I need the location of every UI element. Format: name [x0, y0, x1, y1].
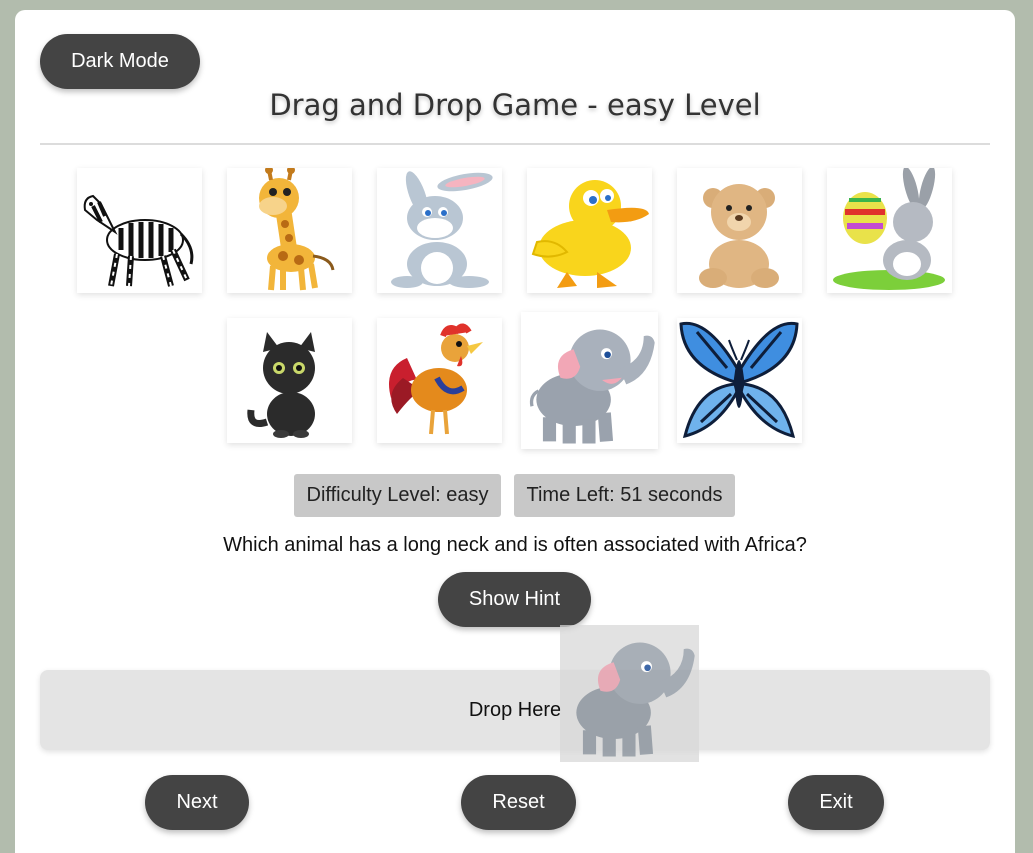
- question-text: Which animal has a long neck and is ofte…: [223, 534, 807, 556]
- rooster-icon: [389, 323, 483, 435]
- animal-tile-easter-bunny[interactable]: [827, 168, 952, 293]
- dark-mode-button[interactable]: Dark Mode: [40, 34, 200, 89]
- zebra-icon: [83, 194, 194, 287]
- rabbit-icon: [391, 171, 493, 288]
- giraffe-icon: [259, 168, 335, 291]
- drop-zone-label: Drop Here: [468, 699, 562, 721]
- teddy-bear-icon: [699, 184, 779, 288]
- cat-icon: [247, 332, 315, 438]
- animal-tile-zebra[interactable]: [77, 168, 202, 293]
- game-card: Dark Mode Drag and Drop Game - easy Leve…: [15, 10, 1015, 853]
- next-button[interactable]: Next: [145, 775, 249, 830]
- exit-button[interactable]: Exit: [788, 775, 884, 830]
- animal-tile-butterfly[interactable]: [677, 318, 802, 443]
- animal-tile-rabbit[interactable]: [377, 168, 502, 293]
- butterfly-icon: [679, 321, 799, 439]
- page-title: Drag and Drop Game - easy Level: [269, 88, 761, 122]
- elephant-icon: [529, 329, 655, 444]
- animal-tile-cat[interactable]: [227, 318, 352, 443]
- animal-tile-elephant[interactable]: [521, 312, 658, 449]
- duck-icon: [531, 180, 649, 288]
- animal-tile-rooster[interactable]: [377, 318, 502, 443]
- show-hint-button[interactable]: Show Hint: [438, 572, 591, 627]
- difficulty-badge: Difficulty Level: easy: [294, 474, 501, 517]
- animal-tile-giraffe[interactable]: [227, 168, 352, 293]
- dragging-elephant-preview[interactable]: [560, 625, 699, 762]
- reset-button[interactable]: Reset: [461, 775, 576, 830]
- animal-tile-teddy-bear[interactable]: [677, 168, 802, 293]
- drop-zone[interactable]: Drop Here: [40, 670, 990, 750]
- time-left-badge: Time Left: 51 seconds: [514, 474, 735, 517]
- easter-bunny-icon: [833, 168, 945, 290]
- divider: [40, 143, 990, 145]
- elephant-icon: [576, 642, 695, 757]
- animal-tile-duck[interactable]: [527, 168, 652, 293]
